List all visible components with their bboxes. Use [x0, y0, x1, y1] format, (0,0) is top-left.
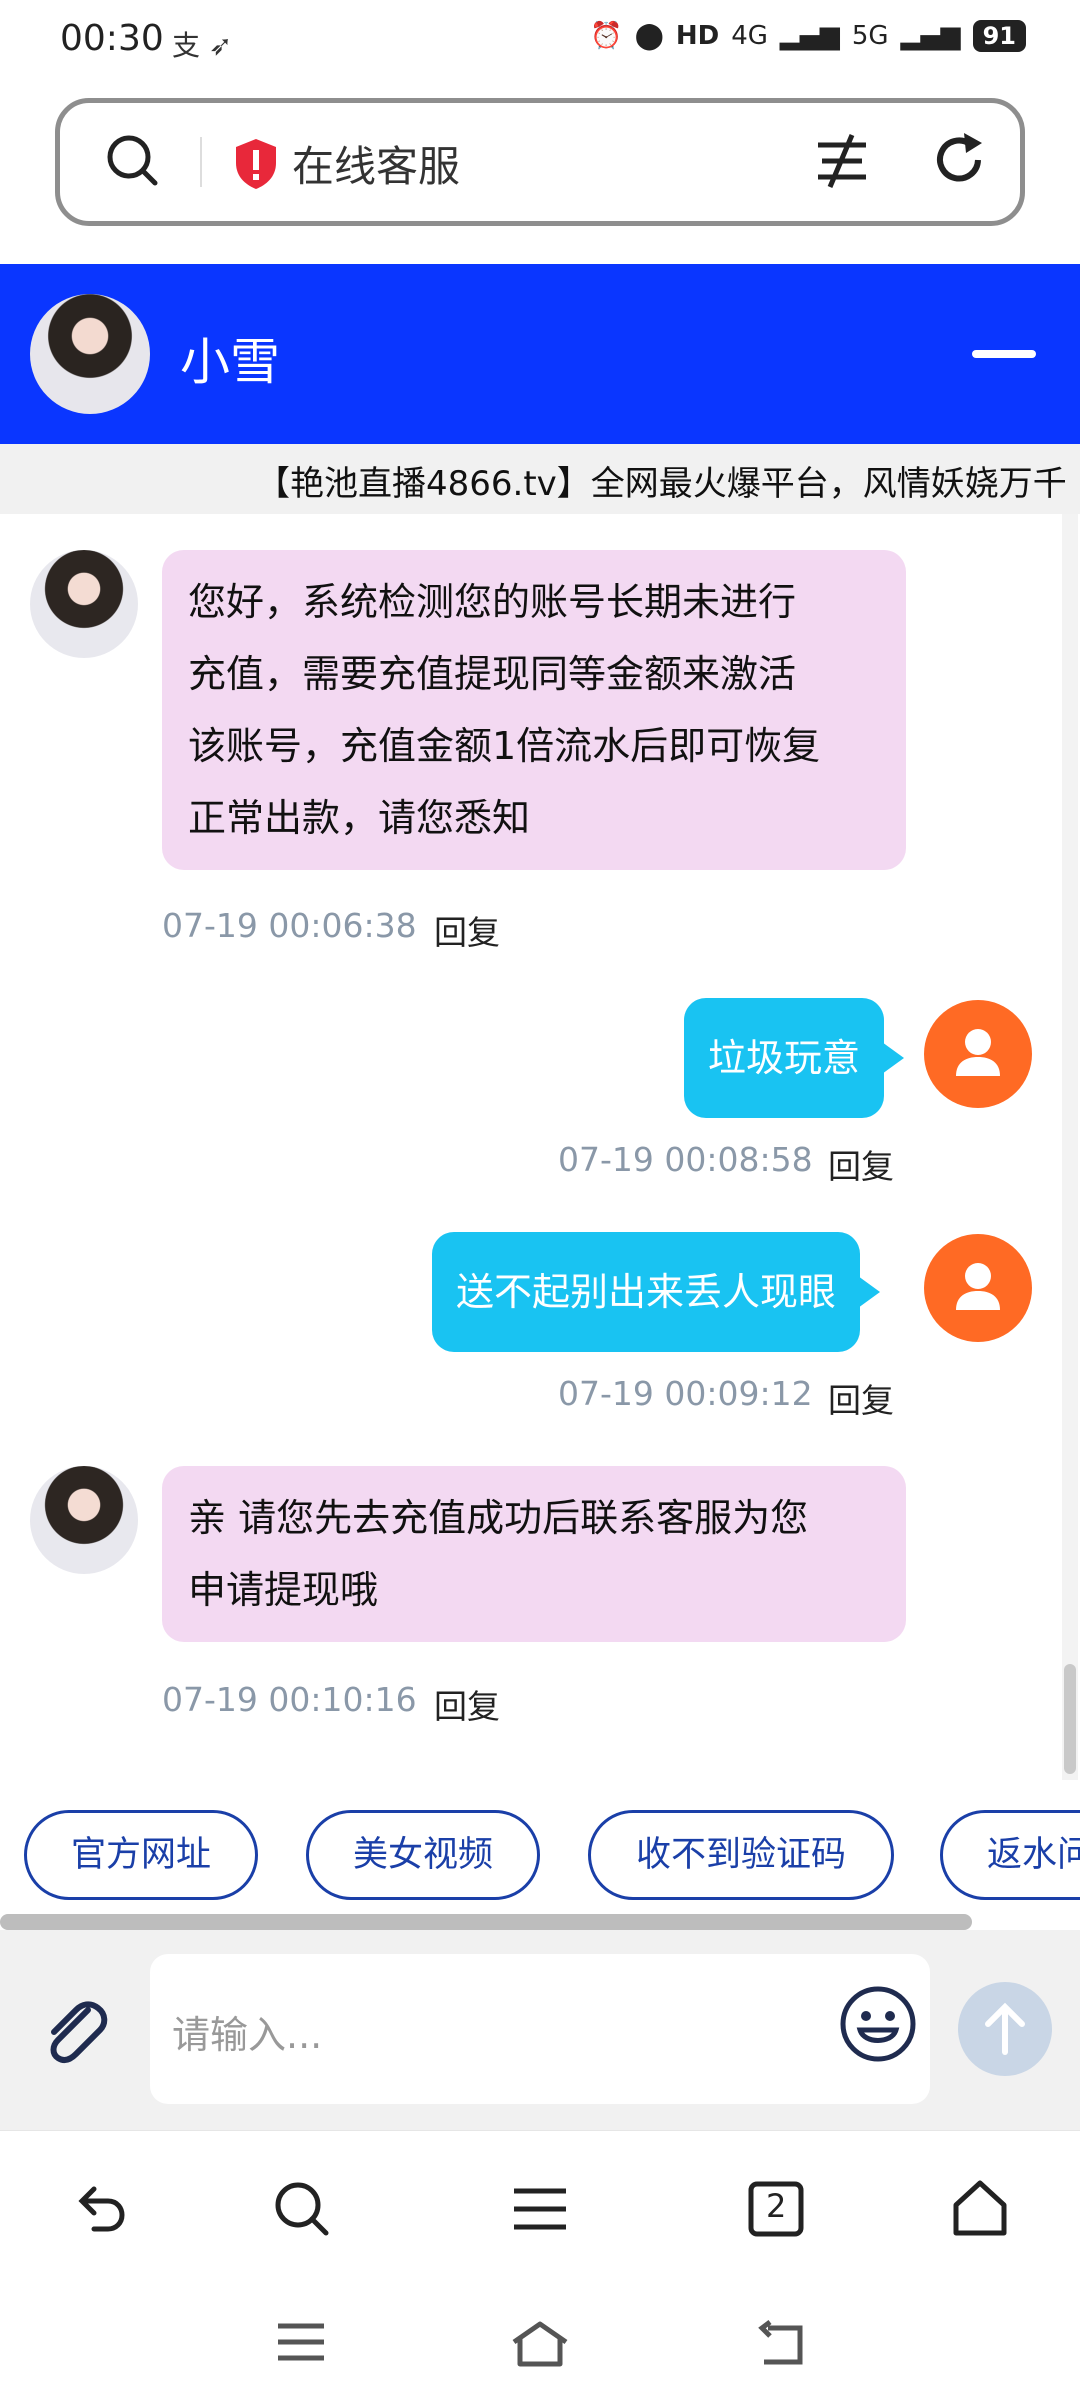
marquee-text: 【艳池直播4866.tv】全网最火爆平台，风情妖娆万千 — [256, 464, 1067, 504]
tab-count: 2 — [766, 2187, 787, 2225]
user-avatar-icon — [924, 1000, 1032, 1108]
recents-icon[interactable] — [276, 2320, 326, 2368]
quick-reply-chip[interactable]: 官方网址 — [24, 1810, 258, 1900]
browser-toolbar: 2 — [0, 2130, 1080, 2280]
message-line: 充值，需要充值提现同等金额来激活 — [188, 652, 797, 696]
system-home-icon[interactable] — [510, 2320, 570, 2372]
agent-message: 亲 请您先去充值成功后联系客服为您 申请提现哦 — [162, 1466, 906, 1642]
message-line: 您好，系统检测您的账号长期未进行 — [188, 580, 797, 624]
menu-icon[interactable] — [510, 2179, 570, 2243]
input-bar: 请输入... — [0, 1930, 1080, 2130]
user-message: 垃圾玩意 — [684, 998, 905, 1118]
home-icon[interactable] — [950, 2179, 1010, 2243]
hd-icon: HD — [675, 21, 720, 51]
divider — [200, 137, 202, 187]
message-input[interactable]: 请输入... — [150, 1954, 930, 2104]
alarm-icon: ⏰ — [590, 21, 623, 51]
message-line: 该账号，充值金额1倍流水后即可恢复 — [188, 724, 821, 768]
notification-icons: 支 ➶ — [172, 29, 233, 62]
message-line: 申请提现哦 — [188, 1568, 379, 1612]
agent-avatar — [30, 1466, 138, 1574]
search-icon[interactable] — [105, 133, 161, 193]
message-line: 正常出款，请您悉知 — [188, 796, 531, 840]
system-back-icon[interactable] — [754, 2320, 806, 2372]
back-icon[interactable] — [70, 2179, 130, 2243]
reply-button[interactable]: 回复 — [434, 906, 500, 954]
chat-scrollbar[interactable] — [1064, 1664, 1076, 1774]
system-navigation — [0, 2280, 1080, 2408]
agent-avatar — [30, 294, 150, 414]
agent-avatar — [30, 550, 138, 658]
shield-icon[interactable] — [232, 137, 280, 195]
user-message: 送不起别出来丢人现眼 — [432, 1232, 881, 1352]
status-bar: 00:30 支 ➶ ⏰ ⬤ HD 4G ▂▄▆ 5G ▂▄▆ 91 — [0, 0, 1080, 84]
message-line: 亲 请您先去充值成功后联系客服为您 — [188, 1496, 809, 1540]
quick-reply-chip[interactable]: 美女视频 — [306, 1810, 540, 1900]
quick-reply-chip[interactable]: 收不到验证码 — [588, 1810, 894, 1900]
emoji-icon[interactable] — [838, 1984, 918, 2068]
agent-message: 您好，系统检测您的账号长期未进行 充值，需要充值提现同等金额来激活 该账号，充值… — [162, 550, 906, 870]
battery-level: 91 — [972, 20, 1026, 52]
message-time: 07-19 00:10:16 — [162, 1680, 417, 1719]
chips-scrollbar[interactable] — [0, 1914, 972, 1930]
signal-icon-2: ▂▄▆ — [900, 21, 961, 51]
address-bar[interactable]: 在线客服 — [55, 98, 1025, 226]
signal-icon: ▂▄▆ — [779, 21, 840, 51]
filter-icon[interactable] — [812, 131, 872, 195]
chat-scroll-track[interactable] — [1062, 514, 1078, 1780]
message-time: 07-19 00:08:58 — [558, 1140, 813, 1179]
reply-button[interactable]: 回复 — [434, 1680, 500, 1728]
chat-header: 小雪 — [0, 264, 1080, 444]
reload-icon[interactable] — [928, 129, 990, 195]
user-avatar-icon — [924, 1234, 1032, 1342]
page-title: 在线客服 — [292, 142, 461, 191]
announcement-marquee: 【艳池直播4866.tv】全网最火爆平台，风情妖娆万千 — [0, 444, 1080, 514]
send-button[interactable] — [958, 1982, 1052, 2076]
minimize-icon[interactable] — [972, 350, 1036, 358]
tabs-button[interactable]: 2 — [746, 2179, 806, 2243]
reply-button[interactable]: 回复 — [828, 1140, 894, 1188]
quick-replies: 官方网址 美女视频 收不到验证码 返水问 — [0, 1780, 1080, 1920]
reply-button[interactable]: 回复 — [828, 1374, 894, 1422]
status-time: 00:30 — [60, 18, 164, 59]
network-4g: 4G — [731, 21, 768, 51]
agent-name: 小雪 — [180, 333, 280, 391]
status-right: ⏰ ⬤ HD 4G ▂▄▆ 5G ▂▄▆ 91 — [590, 20, 1026, 52]
quick-reply-chip[interactable]: 返水问 — [940, 1810, 1080, 1900]
chat-area[interactable]: 您好，系统检测您的账号长期未进行 充值，需要充值提现同等金额来激活 该账号，充值… — [0, 514, 1080, 1780]
input-placeholder: 请输入... — [172, 2013, 323, 2057]
network-5g: 5G — [851, 21, 889, 51]
search-icon[interactable] — [272, 2179, 332, 2243]
message-time: 07-19 00:06:38 — [162, 906, 417, 945]
message-time: 07-19 00:09:12 — [558, 1374, 813, 1413]
location-icon: ⬤ — [634, 21, 664, 51]
attachment-icon[interactable] — [36, 1992, 114, 2074]
